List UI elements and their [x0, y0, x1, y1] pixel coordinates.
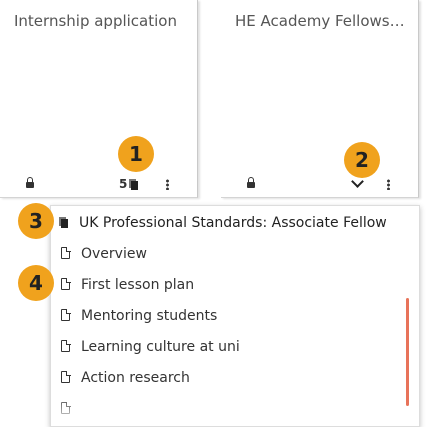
portfolio-card-internship[interactable]: Internship application 5	[0, 0, 198, 198]
card-title[interactable]: Internship application	[14, 12, 184, 30]
page-link[interactable]: First lesson plan	[81, 277, 194, 293]
page-link[interactable]: Mentoring students	[81, 308, 217, 324]
page-icon	[61, 339, 71, 352]
dropdown-scrollbar[interactable]	[406, 298, 409, 406]
page-link[interactable]: Overview	[81, 246, 147, 262]
page-icon	[61, 277, 71, 290]
callout-badge-2: 2	[344, 142, 380, 178]
collection-heading[interactable]: UK Professional Standards: Associate Fel…	[59, 215, 387, 231]
more-options-icon[interactable]	[387, 179, 390, 190]
page-icon	[61, 246, 71, 259]
page-icon	[61, 370, 71, 383]
card-title[interactable]: HE Academy Fellowsh...	[235, 12, 410, 30]
callout-badge-3: 3	[18, 203, 54, 239]
list-item[interactable]: Action research	[61, 370, 190, 386]
scroll-fade	[52, 400, 402, 426]
page-link[interactable]: Action research	[81, 370, 190, 386]
portfolio-card-he-academy[interactable]: HE Academy Fellowsh...	[221, 0, 419, 198]
list-item[interactable]: First lesson plan	[61, 277, 194, 293]
lock-icon	[247, 177, 255, 188]
list-item[interactable]: Mentoring students	[61, 308, 217, 324]
list-item[interactable]: Learning culture at uni	[61, 339, 240, 355]
page-icon	[61, 308, 71, 321]
card-footer: 5	[0, 174, 197, 196]
more-options-icon[interactable]	[166, 179, 169, 190]
lock-icon	[26, 177, 34, 188]
pages-icon[interactable]	[129, 179, 138, 190]
page-link[interactable]: Learning culture at uni	[81, 339, 240, 355]
pages-count[interactable]: 5	[119, 177, 127, 191]
list-item[interactable]: Overview	[61, 246, 147, 262]
card-footer	[221, 174, 418, 196]
collection-dropdown: UK Professional Standards: Associate Fel…	[50, 205, 420, 427]
callout-badge-1: 1	[118, 136, 154, 172]
callout-badge-4: 4	[18, 265, 54, 301]
pages-icon	[59, 217, 68, 228]
